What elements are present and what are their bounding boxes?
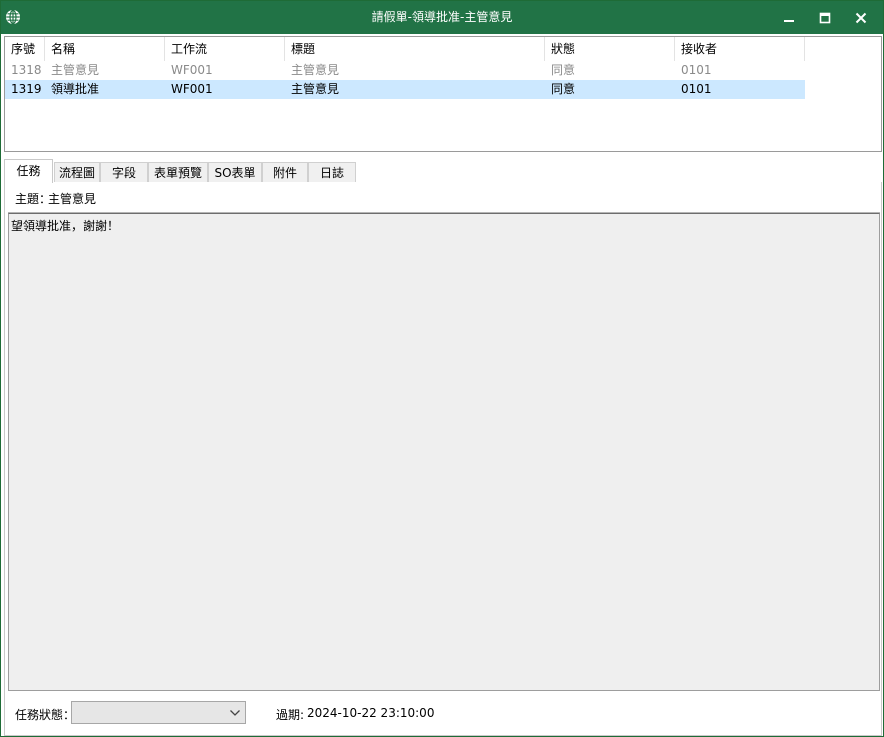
task-row[interactable]: 1318 主管意見 WF001 主管意見 同意 0101 [5,61,805,80]
column-header-title[interactable]: 標題 [285,37,545,61]
tab-log[interactable]: 日誌 [308,162,356,182]
subject-label: 主題： [15,192,52,206]
close-button[interactable] [843,1,879,34]
tab-so-form[interactable]: SO表單 [208,162,262,182]
task-list[interactable]: 序號 名稱 工作流 標題 狀態 接收者 1318 主管意見 WF001 主管意見… [4,36,882,152]
subject-value: 主管意見 [48,192,97,206]
column-header-name[interactable]: 名稱 [45,37,165,61]
task-row-selected[interactable]: 1319 領導批准 WF001 主管意見 同意 0101 [5,80,805,99]
tab-attachments[interactable]: 附件 [262,162,308,182]
minimize-button[interactable] [771,1,807,34]
due-date-value: 2024-10-22 23:10:00 [307,706,435,720]
column-header-receiver[interactable]: 接收者 [675,37,805,61]
task-status-dropdown[interactable] [71,701,246,724]
app-window: 請假單-領導批准-主管意見 序號 名稱 工作流 標題 狀態 接收者 1318 主… [0,0,884,737]
cell-title: 主管意見 [291,63,340,77]
cell-receiver: 0101 [681,82,712,96]
maximize-icon [819,12,831,23]
due-date-label: 過期: [276,708,305,722]
cell-name: 主管意見 [51,63,100,77]
close-icon [855,12,867,23]
cell-status: 同意 [551,63,576,77]
cell-title: 主管意見 [291,82,340,96]
column-header-id[interactable]: 序號 [5,37,45,61]
cell-workflow: WF001 [171,82,213,96]
column-header-workflow[interactable]: 工作流 [165,37,285,61]
tab-fields[interactable]: 字段 [100,162,148,182]
cell-receiver: 0101 [681,63,712,77]
task-panel: 主題： 主管意見 望領導批准，謝謝！ 任務狀態： 過期: 2024-10-22 … [4,182,882,736]
cell-id: 1319 [11,82,42,96]
tab-flowchart[interactable]: 流程圖 [54,162,100,182]
cell-status: 同意 [551,82,576,96]
column-header-status[interactable]: 狀態 [545,37,675,61]
window-title: 請假單-領導批准-主管意見 [371,10,513,24]
cell-workflow: WF001 [171,63,213,77]
task-status-label: 任務狀態： [15,708,76,722]
title-bar[interactable]: 請假單-領導批准-主管意見 [1,1,883,34]
tab-task[interactable]: 任務 [4,159,53,183]
tab-form-preview[interactable]: 表單預覽 [148,162,208,182]
minimize-icon [784,19,794,22]
cell-id: 1318 [11,63,42,77]
task-content-text: 望領導批准，謝謝！ [11,219,120,233]
maximize-button[interactable] [807,1,843,34]
cell-name: 領導批准 [51,82,100,96]
chevron-down-icon [230,710,240,716]
task-list-header: 序號 名稱 工作流 標題 狀態 接收者 [5,37,805,61]
tab-strip: 任務 流程圖 字段 表單預覽 SO表單 附件 日誌 [4,159,882,183]
task-content-textarea[interactable]: 望領導批准，謝謝！ [8,213,880,691]
